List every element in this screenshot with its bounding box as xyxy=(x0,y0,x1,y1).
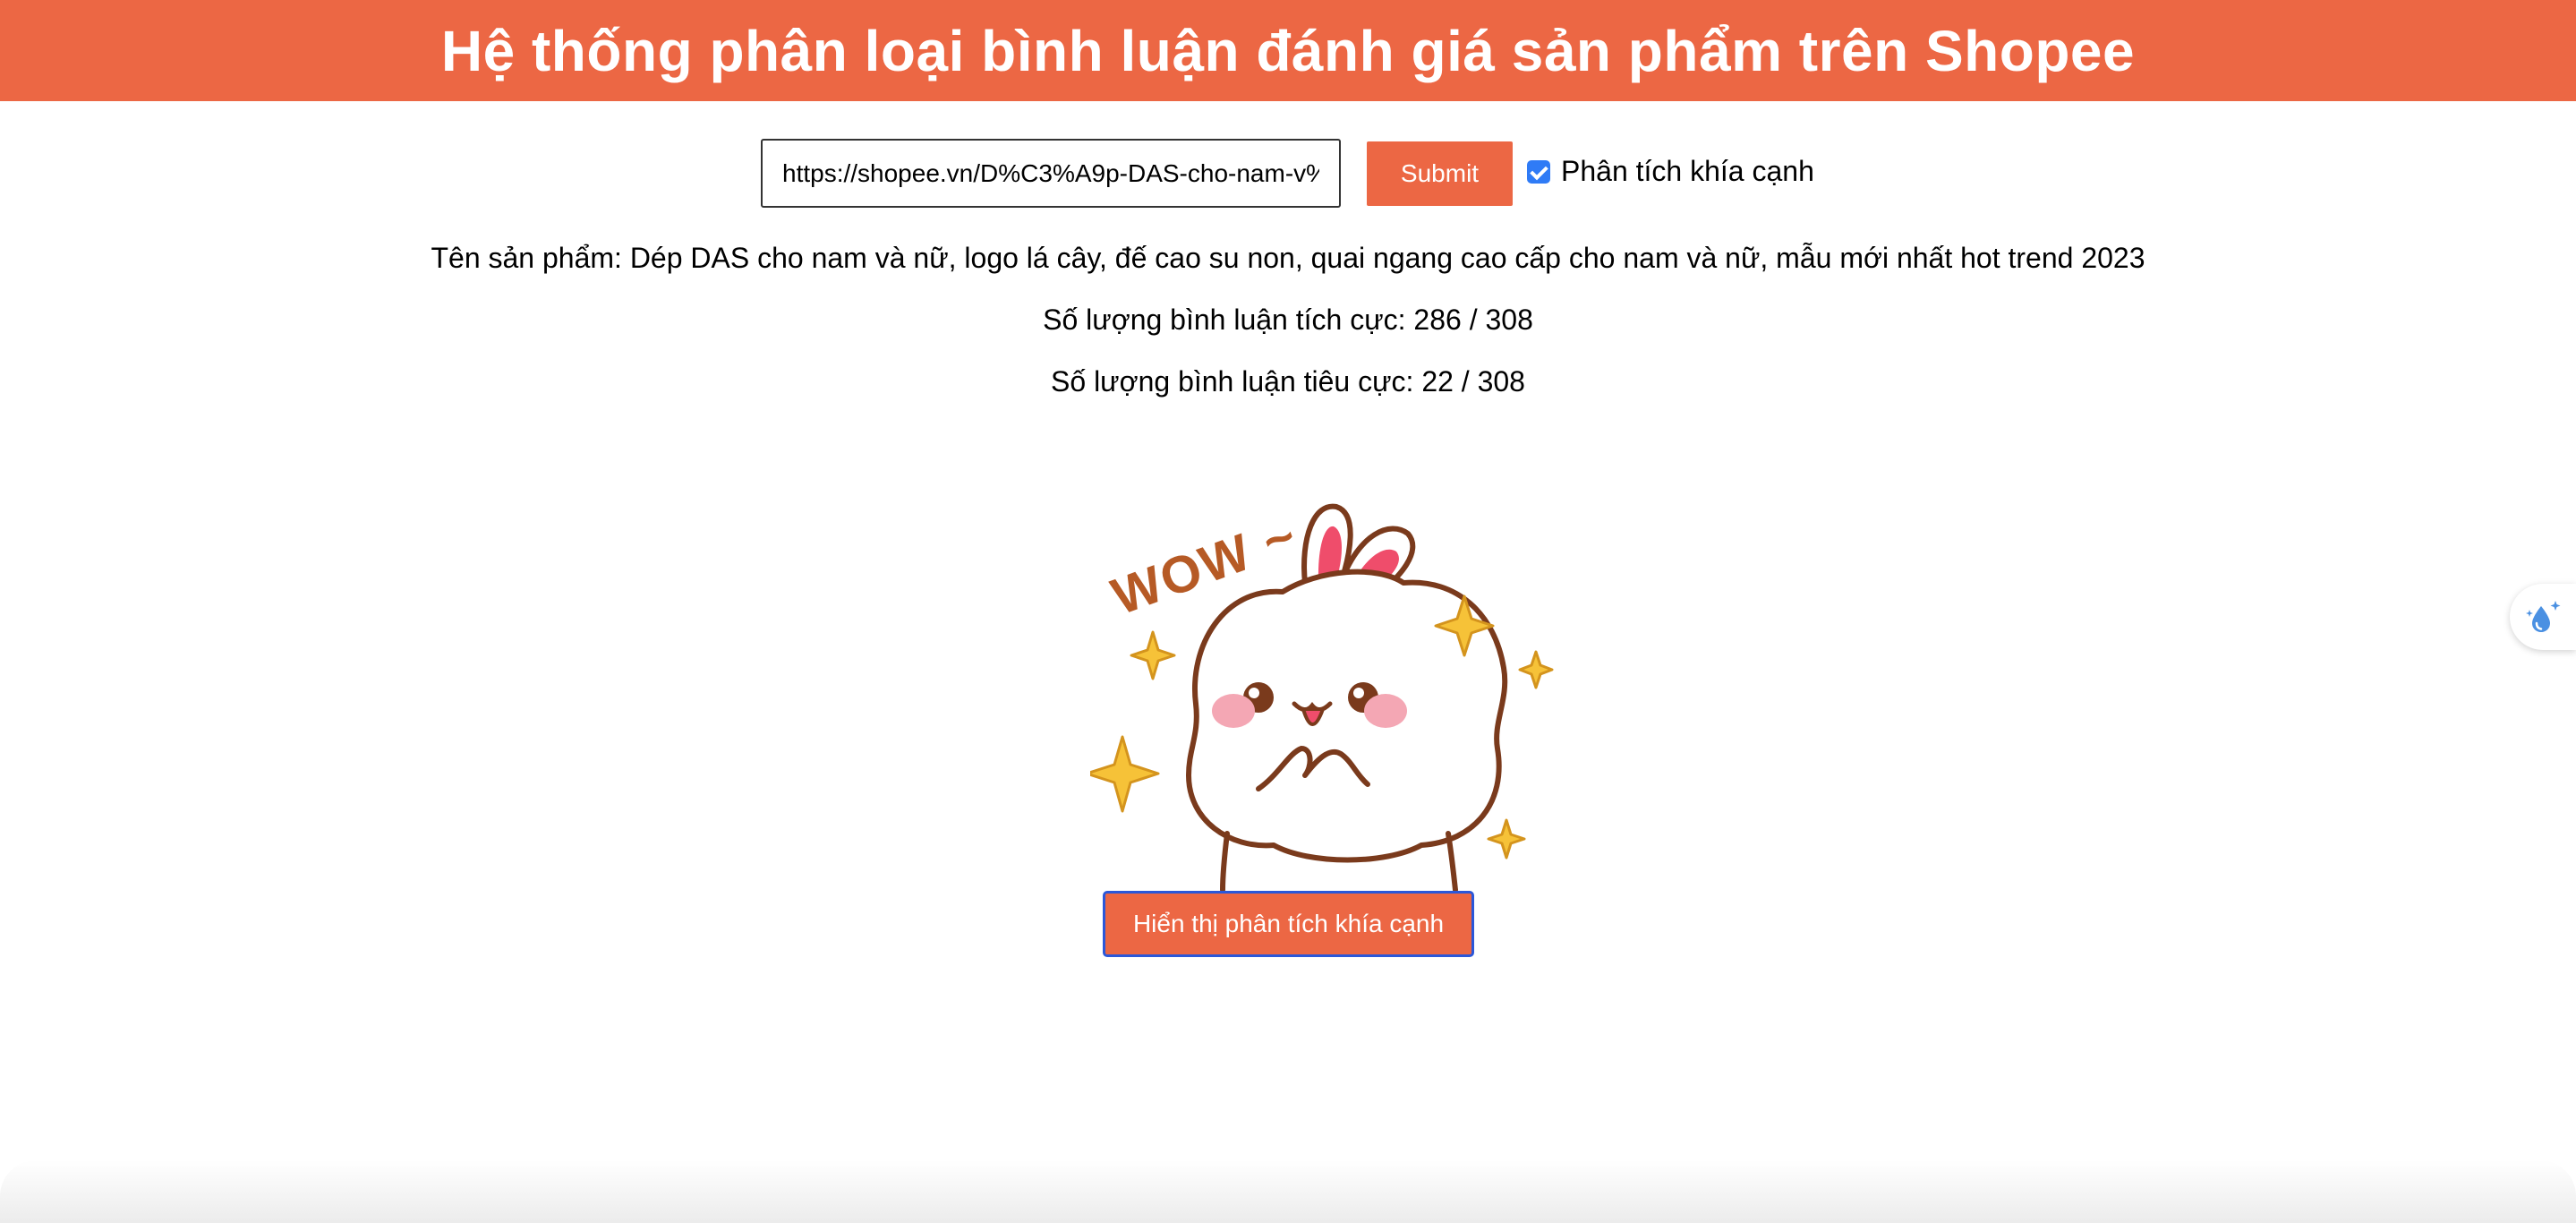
product-name: Tên sản phẩm: Dép DAS cho nam và nữ, log… xyxy=(431,242,2145,274)
url-input[interactable] xyxy=(761,139,1341,208)
bunny-wow-sticker: WOW ~ xyxy=(1090,503,1554,892)
negative-count: Số lượng bình luận tiêu cực: 22 / 308 xyxy=(1051,365,1525,398)
submit-button[interactable]: Submit xyxy=(1367,141,1513,206)
positive-count: Số lượng bình luận tích cực: 286 / 308 xyxy=(1043,304,1533,336)
aspect-analysis-option[interactable]: Phân tích khía cạnh xyxy=(1527,155,1814,188)
show-aspect-analysis-button[interactable]: Hiển thị phân tích khía cạnh xyxy=(1103,891,1474,957)
floating-extension-button[interactable] xyxy=(2510,584,2576,650)
aspect-analysis-label: Phân tích khía cạnh xyxy=(1561,155,1814,187)
page-header: Hệ thống phân loại bình luận đánh giá sả… xyxy=(0,0,2576,101)
page-title: Hệ thống phân loại bình luận đánh giá sả… xyxy=(440,18,2136,83)
water-drop-sparkle-icon xyxy=(2526,601,2561,632)
bottom-shadow xyxy=(0,1160,2576,1223)
aspect-analysis-checkbox[interactable] xyxy=(1527,159,1550,184)
